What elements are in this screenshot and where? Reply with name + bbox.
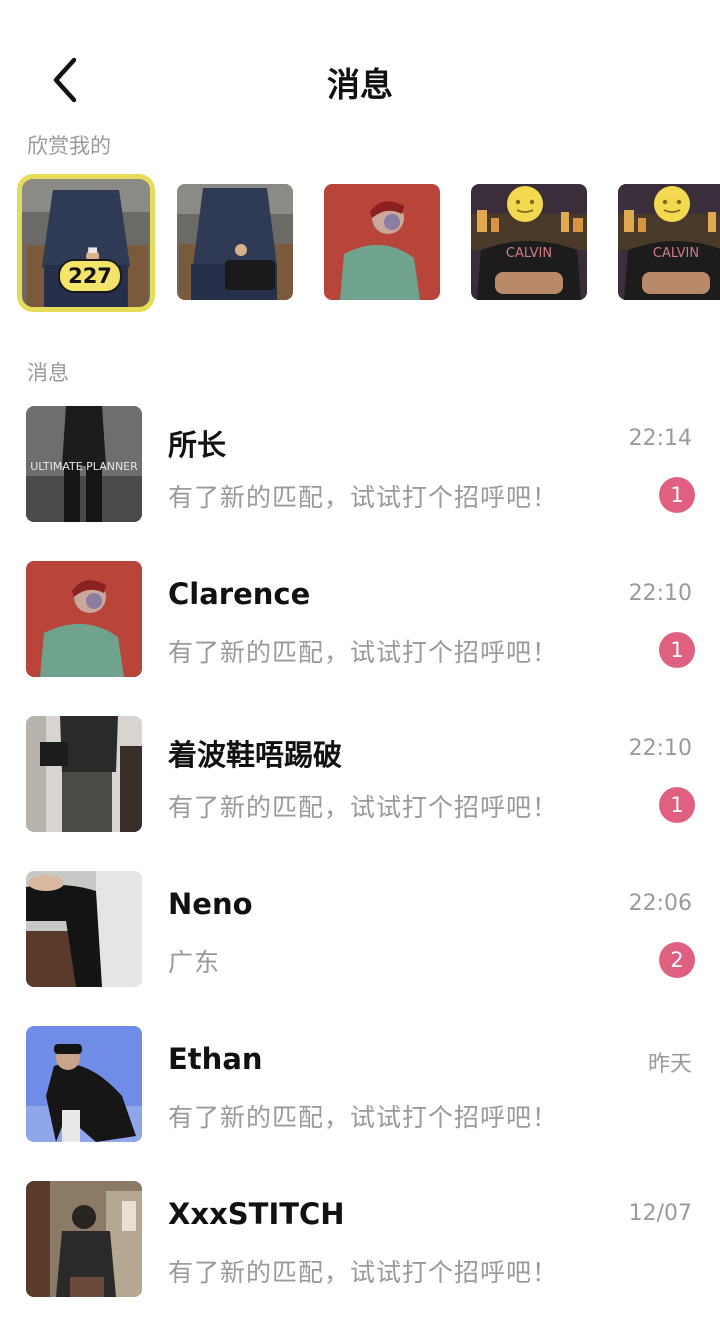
avatar: ULTIMATE PLANNER	[26, 406, 142, 522]
unread-badge: 1	[659, 632, 695, 668]
avatar	[26, 1026, 142, 1142]
message-row[interactable]: Ethan 昨天 有了新的匹配，试试打个招呼吧！	[0, 1010, 720, 1165]
admirer-photo: CALVIN	[618, 184, 720, 300]
message-time: 22:10	[628, 736, 692, 761]
message-preview: 有了新的匹配，试试打个招呼吧！	[168, 483, 559, 512]
unread-badge: 1	[659, 787, 695, 823]
header: 消息	[0, 0, 720, 130]
avatar	[26, 871, 142, 987]
avatar-photo-text: ULTIMATE PLANNER	[30, 460, 138, 473]
unread-badge: 2	[659, 942, 695, 978]
message-row[interactable]: 着波鞋唔踢破 22:10 有了新的匹配，试试打个招呼吧！ 1	[0, 700, 720, 855]
admirer-photo	[177, 184, 293, 300]
message-preview: 有了新的匹配，试试打个招呼吧！	[168, 793, 559, 822]
message-row[interactable]: Clarence 22:10 有了新的匹配，试试打个招呼吧！ 1	[0, 545, 720, 700]
message-time: 22:14	[628, 426, 692, 451]
admirer-photo	[324, 184, 440, 300]
avatar	[26, 1181, 142, 1297]
admirer-photo: CALVIN	[471, 184, 587, 300]
admirers-strip: 227 CALVIN CALVIN	[0, 170, 720, 315]
avatar	[26, 716, 142, 832]
admirer-count-badge: 227	[58, 259, 122, 293]
admirer-shirt-text: CALVIN	[506, 246, 552, 261]
admirer-shirt-text: CALVIN	[653, 246, 699, 261]
message-preview: 有了新的匹配，试试打个招呼吧！	[168, 1103, 559, 1132]
message-row[interactable]: ULTIMATE PLANNER 所长 22:14 有了新的匹配，试试打个招呼吧…	[0, 390, 720, 545]
admirer-featured-photo[interactable]: 227	[17, 174, 155, 312]
admirers-section-label: 欣赏我的	[27, 134, 111, 158]
admirer-photo-2[interactable]	[177, 184, 293, 300]
page-title: 消息	[327, 65, 393, 104]
message-time: 昨天	[647, 1052, 692, 1077]
contact-name: XxxSTITCH	[168, 1197, 345, 1231]
messages-section-label: 消息	[27, 361, 69, 385]
message-row[interactable]: XxxSTITCH 12/07 有了新的匹配，试试打个招呼吧！	[0, 1165, 720, 1320]
admirer-photo-3[interactable]	[324, 184, 440, 300]
contact-name: 着波鞋唔踢破	[168, 738, 343, 772]
unread-badge: 1	[659, 477, 695, 513]
message-time: 22:06	[628, 891, 692, 916]
contact-name: Ethan	[168, 1042, 263, 1076]
message-preview: 广东	[168, 948, 221, 977]
message-preview: 有了新的匹配，试试打个招呼吧！	[168, 1258, 559, 1287]
message-row[interactable]: Neno 22:06 广东 2	[0, 855, 720, 1010]
admirer-photo-5[interactable]: CALVIN	[618, 184, 720, 300]
admirer-photo-4[interactable]: CALVIN	[471, 184, 587, 300]
message-time: 12/07	[628, 1201, 692, 1226]
avatar	[26, 561, 142, 677]
contact-name: 所长	[168, 428, 227, 462]
message-preview: 有了新的匹配，试试打个招呼吧！	[168, 638, 559, 667]
contact-name: Clarence	[168, 577, 311, 611]
contact-name: Neno	[168, 887, 253, 921]
message-time: 22:10	[628, 581, 692, 606]
